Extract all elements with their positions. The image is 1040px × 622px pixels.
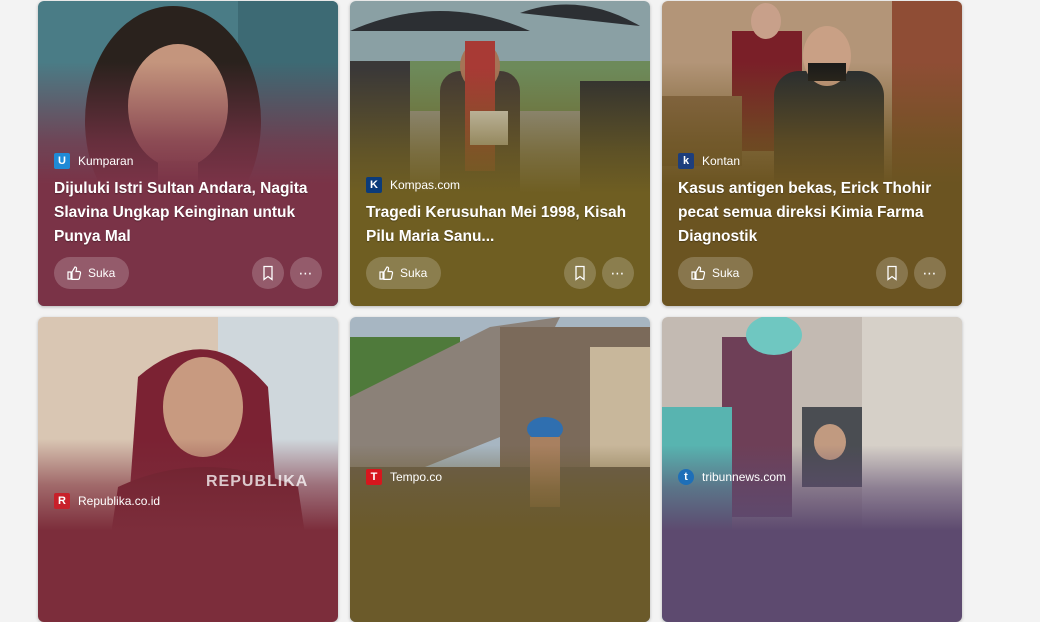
bookmark-icon bbox=[887, 265, 897, 281]
card-title[interactable]: Kasus antigen bekas, Erick Thohir pecat … bbox=[678, 177, 948, 249]
republika-logo-icon: R bbox=[54, 493, 70, 509]
save-button[interactable] bbox=[876, 257, 908, 289]
tribunnews-logo-icon: t bbox=[678, 469, 694, 485]
kontan-logo-icon: k bbox=[678, 153, 694, 169]
card-source[interactable]: t tribunnews.com bbox=[678, 469, 786, 485]
like-label: Suka bbox=[88, 266, 116, 280]
news-card[interactable]: U Kumparan Dijuluki Istri Sultan Andara,… bbox=[38, 1, 338, 306]
like-button[interactable]: Suka bbox=[366, 257, 442, 289]
ellipsis-icon: ⋯ bbox=[922, 264, 938, 281]
more-options-button[interactable]: ⋯ bbox=[290, 257, 322, 289]
news-card[interactable]: K Kompas.com Tragedi Kerusuhan Mei 1998,… bbox=[350, 1, 650, 306]
card-title[interactable]: Tragedi Kerusuhan Mei 1998, Kisah Pilu M… bbox=[366, 201, 636, 249]
source-name: Tempo.co bbox=[390, 470, 443, 484]
save-button[interactable] bbox=[564, 257, 596, 289]
news-card[interactable]: t tribunnews.com bbox=[662, 317, 962, 622]
tempo-logo-icon: T bbox=[366, 469, 382, 485]
save-button[interactable] bbox=[252, 257, 284, 289]
card-source[interactable]: k Kontan bbox=[678, 153, 740, 169]
news-card[interactable]: k Kontan Kasus antigen bekas, Erick Thoh… bbox=[662, 1, 962, 306]
thumbs-up-icon bbox=[67, 266, 82, 280]
source-name: Republika.co.id bbox=[78, 494, 161, 508]
thumbs-up-icon bbox=[691, 266, 706, 280]
news-card[interactable]: REPUBLIKA R Republika.co.id bbox=[38, 317, 338, 622]
kumparan-logo-icon: U bbox=[54, 153, 70, 169]
thumbs-up-icon bbox=[379, 266, 394, 280]
source-name: Kumparan bbox=[78, 154, 134, 168]
card-content: t tribunnews.com bbox=[662, 467, 962, 622]
bookmark-icon bbox=[575, 265, 585, 281]
like-label: Suka bbox=[712, 266, 740, 280]
card-source[interactable]: K Kompas.com bbox=[366, 177, 460, 193]
card-content: T Tempo.co bbox=[350, 467, 650, 622]
card-source[interactable]: T Tempo.co bbox=[366, 469, 442, 485]
like-label: Suka bbox=[400, 266, 428, 280]
source-name: Kontan bbox=[702, 154, 741, 168]
like-button[interactable]: Suka bbox=[54, 257, 130, 289]
ellipsis-icon: ⋯ bbox=[610, 264, 626, 281]
card-content: U Kumparan Dijuluki Istri Sultan Andara,… bbox=[38, 151, 338, 306]
card-title[interactable]: Dijuluki Istri Sultan Andara, Nagita Sla… bbox=[54, 177, 324, 249]
source-name: Kompas.com bbox=[390, 178, 461, 192]
card-source[interactable]: R Republika.co.id bbox=[54, 493, 160, 509]
news-card[interactable]: T Tempo.co bbox=[350, 317, 650, 622]
card-source[interactable]: U Kumparan bbox=[54, 153, 133, 169]
card-content: k Kontan Kasus antigen bekas, Erick Thoh… bbox=[662, 151, 962, 306]
more-options-button[interactable]: ⋯ bbox=[914, 257, 946, 289]
kompas-logo-icon: K bbox=[366, 177, 382, 193]
card-content: R Republika.co.id bbox=[38, 467, 338, 622]
bookmark-icon bbox=[263, 265, 273, 281]
card-content: K Kompas.com Tragedi Kerusuhan Mei 1998,… bbox=[350, 151, 650, 306]
source-name: tribunnews.com bbox=[702, 470, 787, 484]
ellipsis-icon: ⋯ bbox=[298, 264, 314, 281]
like-button[interactable]: Suka bbox=[678, 257, 754, 289]
more-options-button[interactable]: ⋯ bbox=[602, 257, 634, 289]
